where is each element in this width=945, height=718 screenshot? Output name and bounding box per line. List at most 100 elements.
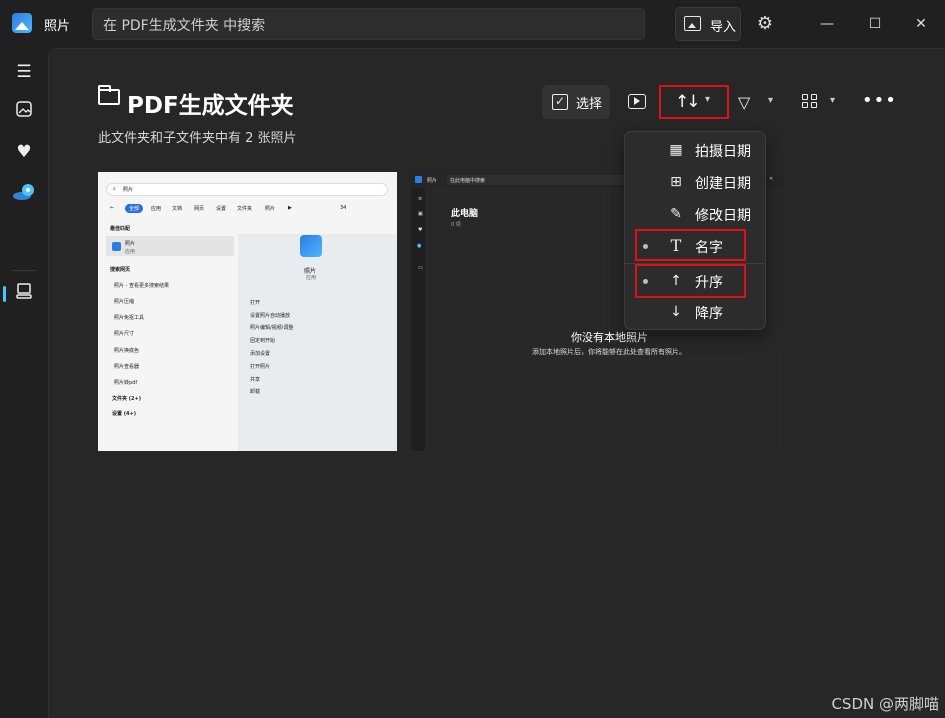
mini-settings: 设置 (4+) [112,411,136,417]
folder-icon [98,85,120,105]
mini-tab: 文档 [172,206,183,212]
mini-web-item: 照片查看器 [114,364,140,370]
view-layout-icon[interactable] [802,94,818,109]
mini-menu-icon: ≡ [418,196,423,202]
mini-web-item: 照片 - 查看更多搜索结果 [114,283,169,289]
sidebar-divider [12,270,36,271]
photos-logo-icon [12,13,32,33]
sort-descending[interactable]: ↓ 降序 [625,297,765,329]
mini-photos-logo-icon [415,176,422,183]
mini-web-item: 照片转pdf [114,380,138,386]
hamburger-menu-icon[interactable]: ☰ [12,60,36,84]
close-button[interactable]: ✕ [906,10,936,38]
photo-thumbnail[interactable]: ⌕ 照片 ← 全部 应用 文档 网页 设置 文件夹 照片 ▶ 34 最佳匹配 照… [98,172,397,451]
mini-action: 共享 [250,377,261,383]
mini-onedrive-icon: ● [417,243,422,249]
select-label: 选择 [576,97,603,112]
page-title: PDF生成文件夹 [127,93,294,119]
mini-action: 照片编辑/视频/调整 [250,325,294,331]
favorites-heart-icon[interactable]: ♥ [12,140,36,164]
select-button[interactable]: ✓ 选择 [542,85,610,119]
active-indicator [3,286,6,302]
mini-empty-title: 你没有本地照片 [571,331,648,344]
mini-tab: 设置 [216,206,227,212]
watermark: CSDN @两脚喵 [831,695,939,713]
mini-action: 打开照片 [250,364,271,370]
mini-web-item: 照片压缩 [114,299,135,305]
mini-search-bar: ⌕ 照片 [106,183,388,196]
mini-app-logo-icon [300,235,322,257]
mini-count: 34 [340,205,347,211]
highlight-box [635,229,746,261]
mini-close-icon: ✕ [769,176,774,182]
app-title: 照片 [44,19,71,34]
mini-gallery-icon: ▣ [418,211,423,217]
calendar-edit-icon: ✎ [670,206,682,222]
mini-tab: 应用 [151,206,162,212]
import-button[interactable]: 导入 [675,7,741,41]
mini-folder-title: 此电脑 [451,209,479,219]
sort-by-date-created[interactable]: ⊞ 创建日期 [625,167,765,199]
chevron-down-icon[interactable]: ▾ [830,95,835,106]
mini-web-item: 照片免抠工具 [114,315,145,321]
mini-heart-icon: ♥ [418,227,423,233]
sort-by-date-taken[interactable]: ▦ 拍摄日期 [625,135,765,167]
mini-action: 打开 [250,300,261,306]
minimize-button[interactable]: — [812,10,842,38]
mini-action: 添加设置 [250,351,271,357]
mini-best-match-title: 照片 [125,241,136,247]
mini-best-match-header: 最佳匹配 [110,226,131,232]
chevron-down-icon[interactable]: ▾ [768,95,773,106]
mini-action: 固定到开始 [250,338,276,344]
gallery-icon[interactable] [12,100,36,124]
mini-folder-sub: 0 项 [451,222,461,228]
menu-item-label: 修改日期 [695,208,751,224]
slideshow-play-icon[interactable] [628,94,646,109]
mini-tab: 全部 [125,204,144,213]
mini-web-item: 照片尺寸 [114,331,135,337]
mini-app-type: 应用 [306,275,317,281]
arrow-down-icon: ↓ [670,304,682,320]
mini-tab: 文件夹 [237,206,253,212]
mini-search-text: 在此电脑中搜索 [450,178,486,184]
mini-empty-sub: 添加本地照片后，你将能够在此处查看所有照片。 [532,348,686,356]
menu-item-label: 拍摄日期 [695,144,751,160]
this-pc-icon[interactable] [12,282,36,306]
sort-arrows-icon: ↑↓ [675,92,700,112]
menu-item-label: 降序 [695,306,723,322]
checkbox-icon: ✓ [552,94,568,110]
mini-web-item: 照片换底色 [114,348,140,354]
filter-icon[interactable]: ▽ [738,93,750,112]
mini-folders: 文件夹 (2+) [112,396,141,402]
sidebar: ☰ ♥ [0,48,48,718]
sort-button[interactable]: ↑↓ ▾ [659,85,729,119]
page-subtitle: 此文件夹和子文件夹中有 2 张照片 [98,131,297,146]
mini-app-title: 照片 [427,178,438,184]
title-bar: 照片 在 PDF生成文件夹 中搜索 导入 ⚙ — ☐ ✕ [0,0,945,48]
sort-by-date-modified[interactable]: ✎ 修改日期 [625,199,765,231]
mini-search-text: 照片 [123,187,134,193]
maximize-button[interactable]: ☐ [860,10,890,38]
import-image-icon [684,16,701,31]
mini-action: 卸载 [250,389,261,395]
menu-item-label: 创建日期 [695,176,751,192]
calendar-icon: ▦ [669,142,683,158]
settings-gear-icon[interactable]: ⚙ [756,15,774,33]
chevron-down-icon: ▾ [705,94,711,105]
mini-tab: 照片 [265,206,276,212]
mini-tab: 网页 [194,206,205,212]
mini-photos-logo-icon [112,242,121,251]
onedrive-icon[interactable] [12,182,36,206]
mini-action: 设置照片自动播放 [250,313,291,319]
mini-back-icon: ← [110,205,115,211]
import-label: 导入 [710,20,737,35]
mini-search-icon: ⌕ [113,186,116,192]
mini-pc-icon: ▭ [418,265,423,271]
more-options-icon[interactable]: ••• [862,90,897,111]
highlight-box [635,264,746,298]
mini-play-icon: ▶ [288,205,292,211]
mini-web-header: 搜索网页 [110,267,131,273]
calendar-add-icon: ⊞ [670,174,682,190]
mini-best-match-sub: 应用 [125,249,136,255]
search-input[interactable]: 在 PDF生成文件夹 中搜索 [92,8,645,40]
